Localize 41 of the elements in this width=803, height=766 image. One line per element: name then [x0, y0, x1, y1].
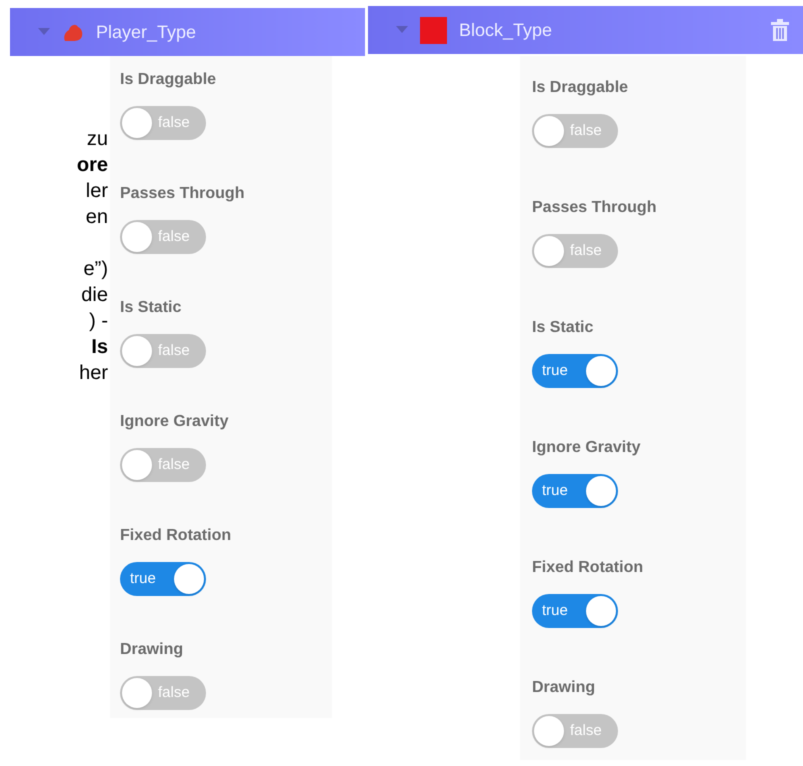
toggle-switch[interactable]: false: [120, 220, 206, 254]
property-label: Drawing: [120, 640, 184, 660]
square-icon: [420, 16, 447, 44]
type-title: Player_Type: [96, 20, 196, 44]
toggle-switch[interactable]: true: [532, 594, 618, 628]
text-fragment: Is: [91, 335, 108, 360]
toggle-switch[interactable]: true: [532, 474, 618, 508]
text-fragment: ) -: [89, 309, 108, 334]
toggle-switch[interactable]: false: [120, 106, 206, 140]
property-label: Ignore Gravity: [120, 412, 230, 432]
property-label: Is Static: [120, 298, 182, 318]
type-title: Block_Type: [459, 18, 552, 42]
property-label: Is Draggable: [532, 78, 630, 98]
property-label: Ignore Gravity: [532, 438, 642, 458]
text-fragment: her: [79, 361, 108, 386]
toggle-switch[interactable]: false: [532, 114, 618, 148]
type-header[interactable]: Block_Type: [368, 6, 803, 54]
text-fragment: zu: [86, 127, 108, 152]
toggle-switch[interactable]: false: [120, 676, 206, 710]
property-label: Fixed Rotation: [120, 526, 232, 546]
toggle-switch[interactable]: true: [120, 562, 206, 596]
toggle-switch[interactable]: true: [532, 354, 618, 388]
text-fragment: die: [81, 283, 108, 308]
property-label: Is Static: [532, 318, 594, 338]
text-fragment: ore: [76, 153, 108, 178]
property-label: Passes Through: [120, 184, 246, 204]
toggle-switch[interactable]: false: [532, 234, 618, 268]
toggle-switch[interactable]: false: [532, 714, 618, 748]
property-label: Is Draggable: [120, 70, 218, 90]
property-label: Drawing: [532, 678, 596, 698]
property-label: Passes Through: [532, 198, 658, 218]
type-header[interactable]: Player_Type: [10, 8, 365, 56]
trash-icon[interactable]: [771, 19, 789, 41]
text-fragment: e”): [84, 257, 108, 282]
property-label: Fixed Rotation: [532, 558, 644, 578]
text-fragment: en: [86, 205, 108, 230]
text-fragment: ler: [86, 179, 108, 204]
caret-icon[interactable]: [396, 26, 408, 34]
caret-icon[interactable]: [38, 28, 50, 36]
toggle-switch[interactable]: false: [120, 448, 206, 482]
toggle-switch[interactable]: false: [120, 334, 206, 368]
